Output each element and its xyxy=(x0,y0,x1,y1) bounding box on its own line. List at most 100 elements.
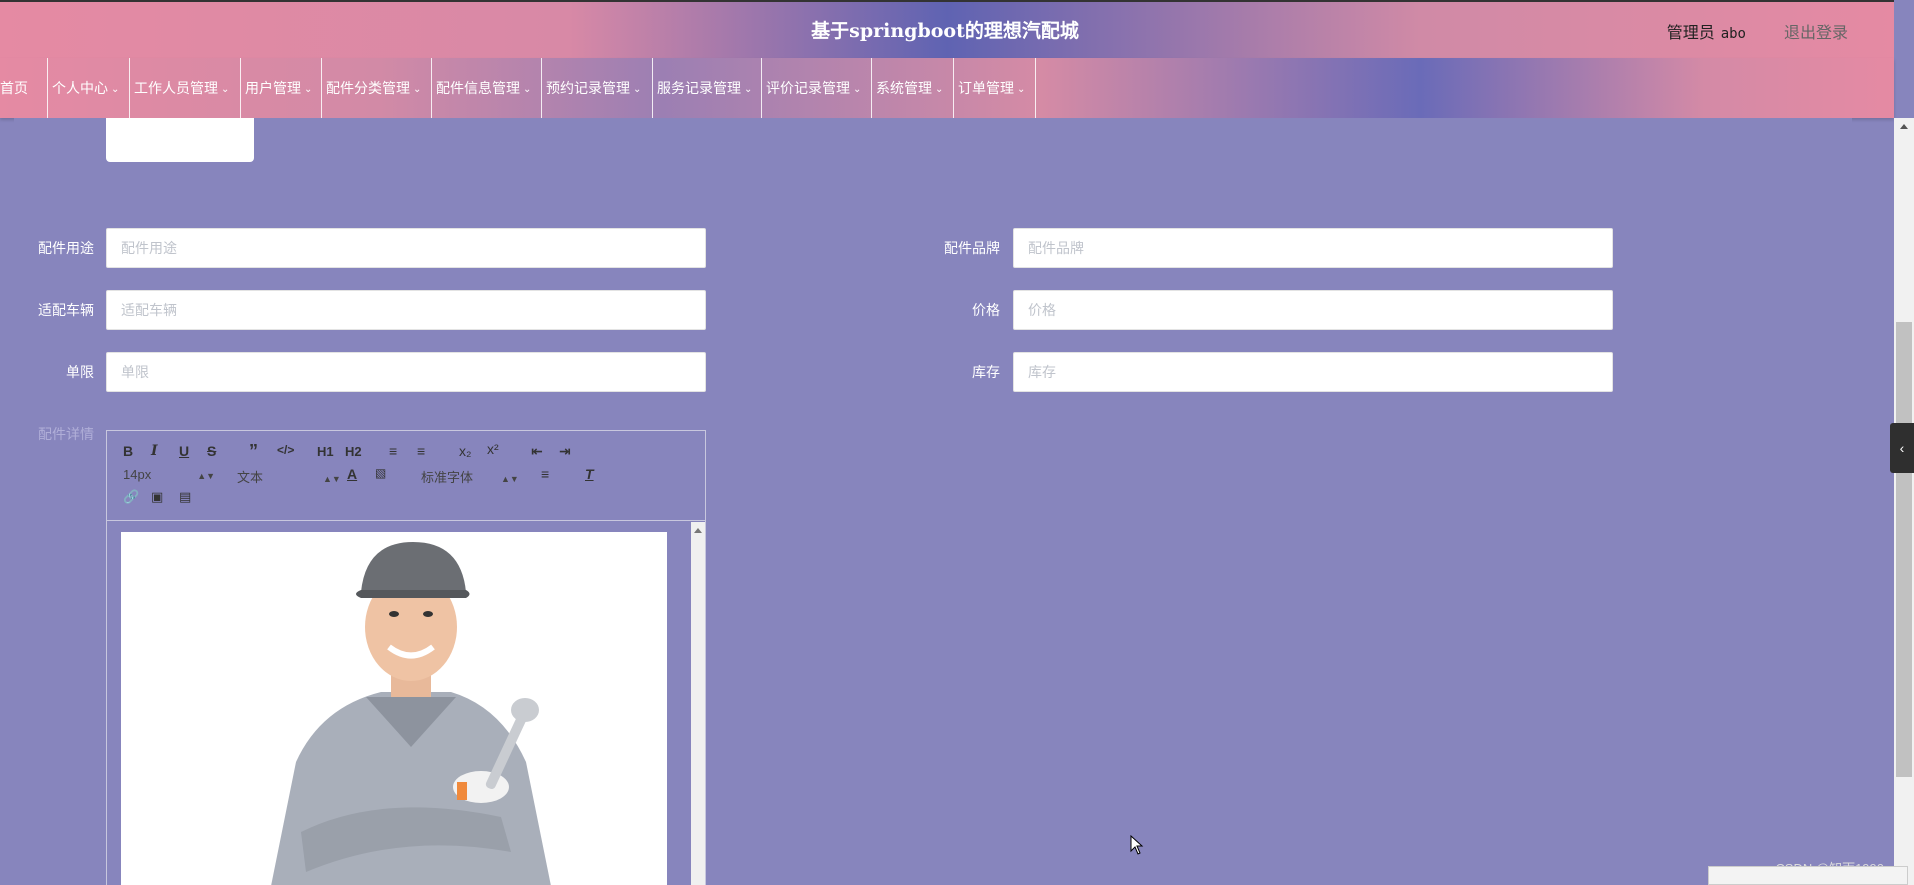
nav-item-label: 配件分类管理 xyxy=(326,80,410,96)
nav-item-label: 个人中心 xyxy=(52,80,108,96)
heading-value: 文本 xyxy=(237,470,264,485)
chevron-down-icon: ⌄ xyxy=(221,84,230,95)
editor-content-area[interactable] xyxy=(107,522,705,885)
nav-item-label: 首页 xyxy=(0,80,28,96)
page-scrollbar[interactable] xyxy=(1894,118,1914,885)
select-arrows-icon: ▲▼ xyxy=(197,471,216,481)
nav-item-profile[interactable]: 个人中心 ⌄ xyxy=(48,58,130,118)
vehicle-label: 适配车辆 xyxy=(38,302,94,318)
clear-format-icon[interactable]: T xyxy=(585,466,594,482)
h1-button[interactable]: H1 xyxy=(317,444,334,459)
italic-button[interactable]: I xyxy=(151,443,158,459)
brand-input[interactable]: 配件品牌 xyxy=(1013,228,1613,268)
subscript-label: x₂ xyxy=(459,443,472,459)
ime-toolbar[interactable] xyxy=(1708,866,1908,885)
nav-item-part-info[interactable]: 配件信息管理 ⌄ xyxy=(432,58,542,118)
mechanic-photo-illustration xyxy=(121,532,667,885)
h2-label: H2 xyxy=(345,444,362,459)
stock-input[interactable]: 库存 xyxy=(1013,352,1613,392)
chevron-down-icon: ⌄ xyxy=(413,84,422,95)
nav-item-service-records[interactable]: 服务记录管理 ⌄ xyxy=(653,58,762,118)
app-title: 基于springboot的理想汽配城 xyxy=(811,20,1079,42)
user-info: 管理员 abo xyxy=(1667,19,1746,43)
logout-button[interactable]: 退出登录 xyxy=(1784,19,1848,43)
nav-item-label: 用户管理 xyxy=(245,80,301,96)
chevron-down-icon: ⌄ xyxy=(1017,84,1026,95)
limit-input[interactable]: 单限 xyxy=(106,352,706,392)
stock-label: 库存 xyxy=(972,364,1000,380)
strike-button[interactable]: S xyxy=(207,443,216,459)
vehicle-input[interactable]: 适配车辆 xyxy=(106,290,706,330)
mechanic-photo xyxy=(121,532,667,885)
h2-button[interactable]: H2 xyxy=(345,444,362,459)
nav-item-label: 服务记录管理 xyxy=(657,80,741,96)
nav-item-label: 配件信息管理 xyxy=(436,80,520,96)
price-label: 价格 xyxy=(972,302,1000,318)
h1-label: H1 xyxy=(317,444,334,459)
user-role: 管理员 xyxy=(1666,25,1715,42)
limit-label: 单限 xyxy=(66,364,94,380)
background-color-icon[interactable]: ▧ xyxy=(375,466,386,480)
nav-item-part-category[interactable]: 配件分类管理 ⌄ xyxy=(322,58,432,118)
brand-label: 配件品牌 xyxy=(944,240,1000,256)
link-icon[interactable]: 🔗 xyxy=(123,489,139,505)
chevron-down-icon: ⌄ xyxy=(523,84,532,95)
superscript-button[interactable]: x² xyxy=(487,441,499,457)
chevron-down-icon: ⌄ xyxy=(304,84,313,95)
chevron-down-icon: ⌄ xyxy=(111,84,120,95)
rich-text-editor: B I U S ” </> H1 H2 ≡ ≡ x₂ x² ⇤ ⇥ 14px ▲▼… xyxy=(106,430,706,885)
font-size-select[interactable]: 14px ▲▼ xyxy=(123,467,215,482)
side-panel-toggle[interactable]: ‹ xyxy=(1890,423,1914,473)
app-header: 基于springboot的理想汽配城 管理员 abo 退出登录 xyxy=(0,0,1894,58)
font-size-value: 14px xyxy=(123,467,152,482)
detail-label: 配件详情 xyxy=(38,426,94,442)
nav-item-label: 预约记录管理 xyxy=(546,80,630,96)
editor-scrollbar[interactable] xyxy=(691,522,705,885)
chevron-down-icon: ⌄ xyxy=(633,84,642,95)
font-family-value: 标准字体 xyxy=(421,470,474,485)
bold-button[interactable]: B xyxy=(123,443,133,459)
video-icon[interactable]: ▤ xyxy=(179,489,191,505)
image-upload-box[interactable] xyxy=(106,118,254,162)
image-icon[interactable]: ▣ xyxy=(151,489,163,505)
align-icon[interactable]: ≡ xyxy=(541,466,549,482)
nav-item-label: 系统管理 xyxy=(876,80,932,96)
outdent-icon[interactable]: ⇤ xyxy=(531,443,543,460)
underline-button[interactable]: U xyxy=(179,443,189,459)
usage-input[interactable]: 配件用途 xyxy=(106,228,706,268)
subscript-button[interactable]: x₂ xyxy=(459,443,471,459)
nav-item-label: 工作人员管理 xyxy=(134,80,218,96)
nav-item-system[interactable]: 系统管理 ⌄ xyxy=(872,58,954,118)
scroll-up-icon xyxy=(694,528,702,533)
chevron-down-icon: ⌄ xyxy=(853,84,862,95)
chevron-down-icon: ⌄ xyxy=(744,84,753,95)
editor-toolbar: B I U S ” </> H1 H2 ≡ ≡ x₂ x² ⇤ ⇥ 14px ▲▼… xyxy=(107,431,705,521)
nav-item-orders[interactable]: 订单管理 ⌄ xyxy=(954,58,1036,118)
indent-icon[interactable]: ⇥ xyxy=(559,443,571,460)
nav-item-appointments[interactable]: 预约记录管理 ⌄ xyxy=(542,58,653,118)
scroll-up-icon xyxy=(1900,124,1908,129)
nav-item-label: 评价记录管理 xyxy=(766,80,850,96)
heading-select[interactable]: 文本 ▲▼ xyxy=(237,467,341,486)
nav-item-staff[interactable]: 工作人员管理 ⌄ xyxy=(130,58,241,118)
font-color-icon[interactable]: A xyxy=(347,466,357,482)
nav-item-users[interactable]: 用户管理 ⌄ xyxy=(241,58,322,118)
select-arrows-icon: ▲▼ xyxy=(323,474,341,484)
ordered-list-icon[interactable]: ≡ xyxy=(389,443,397,459)
superscript-label: x² xyxy=(487,441,499,457)
nav-item-home[interactable]: 首页 xyxy=(0,58,48,118)
username: abo xyxy=(1720,26,1746,42)
bullet-list-icon[interactable]: ≡ xyxy=(417,443,425,459)
main-nav: 首页 个人中心 ⌄ 工作人员管理 ⌄ 用户管理 ⌄ 配件分类管理 ⌄ 配件信息管理 ⌄ 预… xyxy=(0,58,1894,118)
select-arrows-icon: ▲▼ xyxy=(501,474,519,484)
nav-item-label: 订单管理 xyxy=(958,80,1014,96)
blockquote-button[interactable]: ” xyxy=(249,441,258,462)
code-block-button[interactable]: </> xyxy=(277,443,294,457)
scrollbar-thumb[interactable] xyxy=(1896,322,1912,777)
usage-label: 配件用途 xyxy=(38,240,94,256)
price-input[interactable]: 价格 xyxy=(1013,290,1613,330)
chevron-left-icon: ‹ xyxy=(1899,440,1905,456)
nav-item-reviews[interactable]: 评价记录管理 ⌄ xyxy=(762,58,872,118)
font-family-select[interactable]: 标准字体 ▲▼ xyxy=(421,467,519,486)
chevron-down-icon: ⌄ xyxy=(935,84,944,95)
